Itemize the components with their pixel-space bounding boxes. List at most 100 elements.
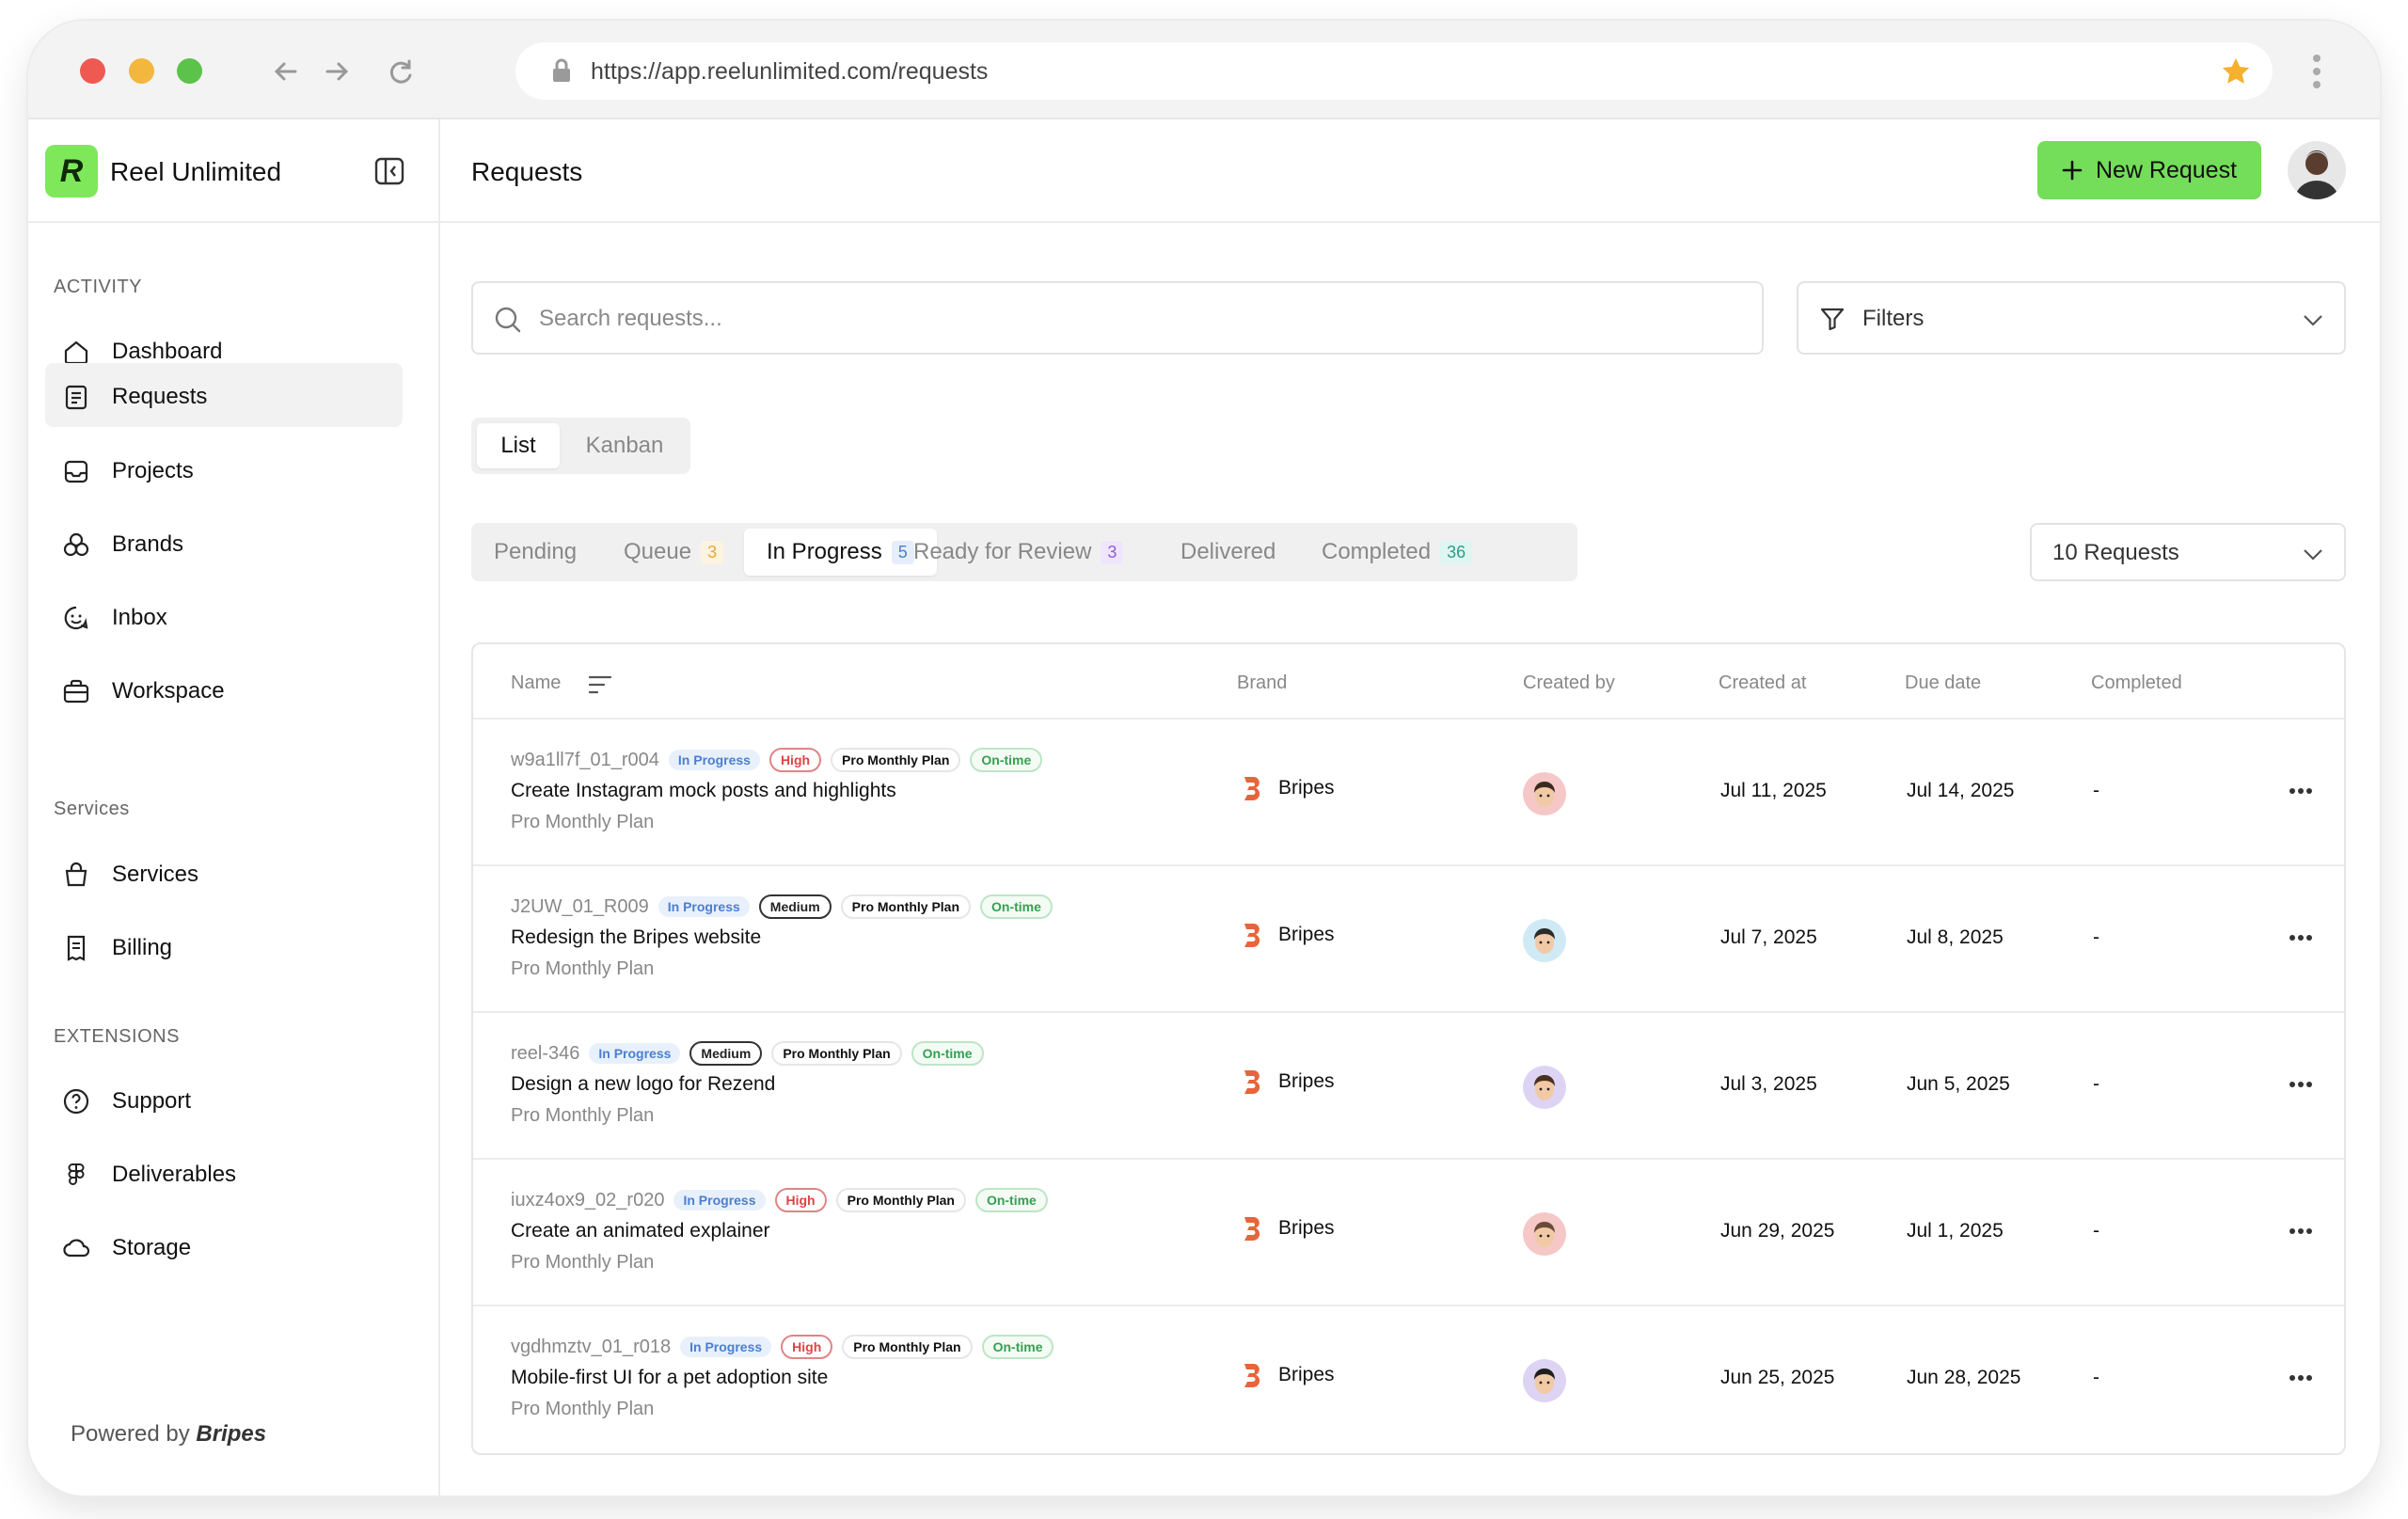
view-kanban-tab[interactable]: Kanban	[565, 423, 684, 468]
browser-menu-icon[interactable]	[2312, 53, 2321, 90]
sidebar-item-workspace[interactable]: Workspace	[45, 657, 403, 721]
due-date: Jun 28, 2025	[1907, 1367, 2021, 1388]
table-row[interactable]: reel-346 In Progress Medium Pro Monthly …	[473, 1013, 2344, 1160]
brand-cell: Bripes	[1241, 1361, 1335, 1389]
request-id: iuxz4ox9_02_r020	[511, 1189, 665, 1210]
sidebar-item-support[interactable]: Support	[45, 1068, 403, 1131]
tab-label: Pending	[494, 539, 578, 564]
powered-by-brand[interactable]: Bripes	[196, 1421, 266, 1447]
priority-badge: High	[781, 1335, 833, 1359]
status-badge: In Progress	[657, 896, 750, 917]
sidebar-item-label: Support	[112, 1088, 192, 1114]
creator-portrait-icon	[1523, 919, 1566, 962]
creator-avatar[interactable]	[1523, 772, 1566, 815]
request-id: reel-346	[511, 1042, 580, 1064]
sidebar-item-billing[interactable]: Billing	[45, 914, 403, 978]
request-title[interactable]: Create an animated explainer	[511, 1220, 770, 1242]
new-request-label: New Request	[2095, 156, 2238, 183]
search-box[interactable]	[471, 281, 1764, 355]
bripes-logo-icon	[1244, 1217, 1260, 1242]
sidebar-item-label: Services	[112, 862, 199, 887]
creator-portrait-icon	[1523, 1212, 1566, 1256]
sidebar-collapse-icon[interactable]	[374, 157, 404, 185]
back-arrow-icon[interactable]	[271, 56, 301, 87]
browser-toolbar: https://app.reelunlimited.com/requests	[28, 21, 2380, 119]
request-title[interactable]: Design a new logo for Rezend	[511, 1073, 775, 1096]
sidebar-item-services[interactable]: Services	[45, 841, 403, 905]
filters-dropdown[interactable]: Filters	[1797, 281, 2346, 355]
tab-completed[interactable]: Completed 36	[1299, 529, 1495, 576]
browser-window: https://app.reelunlimited.com/requests R…	[28, 21, 2380, 1495]
search-icon	[495, 307, 521, 333]
request-id: w9a1ll7f_01_r004	[511, 749, 659, 770]
address-bar[interactable]: https://app.reelunlimited.com/requests	[515, 42, 2273, 100]
request-title[interactable]: Create Instagram mock posts and highligh…	[511, 780, 896, 802]
creator-avatar[interactable]	[1523, 1359, 1566, 1402]
tab-label: Delivered	[1180, 539, 1276, 564]
table-row[interactable]: iuxz4ox9_02_r020 In Progress High Pro Mo…	[473, 1160, 2344, 1306]
more-options-icon[interactable]	[2289, 1227, 2313, 1235]
request-plan: Pro Monthly Plan	[511, 1105, 655, 1126]
search-input[interactable]	[539, 300, 1743, 338]
bookmark-star-icon[interactable]	[2220, 55, 2252, 87]
tab-label: Queue	[624, 539, 692, 564]
creator-avatar[interactable]	[1523, 919, 1566, 962]
request-plan: Pro Monthly Plan	[511, 812, 655, 832]
due-date: Jun 5, 2025	[1907, 1073, 2010, 1095]
request-plan: Pro Monthly Plan	[511, 1252, 655, 1273]
request-title[interactable]: Mobile-first UI for a pet adoption site	[511, 1367, 828, 1389]
tab-count: 3	[701, 540, 724, 564]
request-title[interactable]: Redesign the Bripes website	[511, 926, 761, 949]
more-options-icon[interactable]	[2289, 1081, 2313, 1088]
tab-label: In Progress	[767, 539, 882, 564]
brand-name: Bripes	[1278, 924, 1335, 945]
chevron-down-icon	[2304, 549, 2322, 561]
brand-name: Bripes	[1278, 777, 1335, 799]
column-header-name[interactable]: Name	[511, 672, 561, 694]
view-list-tab[interactable]: List	[477, 423, 560, 468]
tab-delivered[interactable]: Delivered	[1158, 529, 1298, 576]
request-count-select[interactable]: 10 Requests	[2030, 523, 2346, 581]
more-options-icon[interactable]	[2289, 1374, 2313, 1382]
section-heading-extensions: EXTENSIONS	[54, 1026, 180, 1047]
status-badge: In Progress	[589, 1043, 681, 1064]
status-badge: In Progress	[680, 1337, 772, 1357]
table-row[interactable]: w9a1ll7f_01_r004 In Progress High Pro Mo…	[473, 720, 2344, 866]
brand-name: Bripes	[1278, 1217, 1335, 1239]
sort-icon[interactable]	[588, 674, 612, 695]
sidebar-item-brands[interactable]: Brands	[45, 511, 403, 575]
sidebar-item-storage[interactable]: Storage	[45, 1214, 403, 1278]
bripes-logo-icon	[1244, 1364, 1260, 1388]
sidebar-item-projects[interactable]: Projects	[45, 437, 403, 501]
sidebar-item-deliverables[interactable]: Deliverables	[45, 1141, 403, 1205]
maximize-window-button[interactable]	[177, 58, 202, 84]
new-request-button[interactable]: New Request	[2037, 141, 2261, 199]
minimize-window-button[interactable]	[129, 58, 154, 84]
due-date: Jul 14, 2025	[1907, 780, 2015, 801]
clipboard-icon	[65, 385, 87, 410]
forward-arrow-icon[interactable]	[322, 56, 352, 87]
tab-pending[interactable]: Pending	[471, 529, 599, 576]
app-logo[interactable]: R	[45, 145, 98, 198]
app-name: Reel Unlimited	[110, 157, 282, 186]
reload-icon[interactable]	[386, 56, 416, 87]
tab-queue[interactable]: Queue 3	[601, 529, 746, 576]
request-meta: J2UW_01_R009 In Progress Medium Pro Mont…	[511, 894, 1053, 919]
creator-avatar[interactable]	[1523, 1066, 1566, 1109]
plan-badge: Pro Monthly Plan	[840, 894, 972, 919]
sidebar-item-requests[interactable]: Requests	[45, 363, 403, 427]
more-options-icon[interactable]	[2289, 787, 2313, 795]
main-content: Requests New Request Filters List Kanban…	[440, 119, 2380, 1495]
user-avatar[interactable]	[2288, 141, 2346, 199]
tab-count: 3	[1101, 540, 1124, 564]
table-row[interactable]: J2UW_01_R009 In Progress Medium Pro Mont…	[473, 866, 2344, 1013]
close-window-button[interactable]	[80, 58, 105, 84]
tab-ready-for-review[interactable]: Ready for Review 3	[891, 529, 1146, 576]
sidebar-item-inbox[interactable]: Inbox	[45, 584, 403, 648]
table-row[interactable]: vgdhmztv_01_r018 In Progress High Pro Mo…	[473, 1306, 2344, 1453]
creator-avatar[interactable]	[1523, 1212, 1566, 1256]
request-plan: Pro Monthly Plan	[511, 1399, 655, 1419]
more-options-icon[interactable]	[2289, 934, 2313, 941]
priority-badge: Medium	[758, 894, 832, 919]
lock-icon	[553, 58, 570, 82]
